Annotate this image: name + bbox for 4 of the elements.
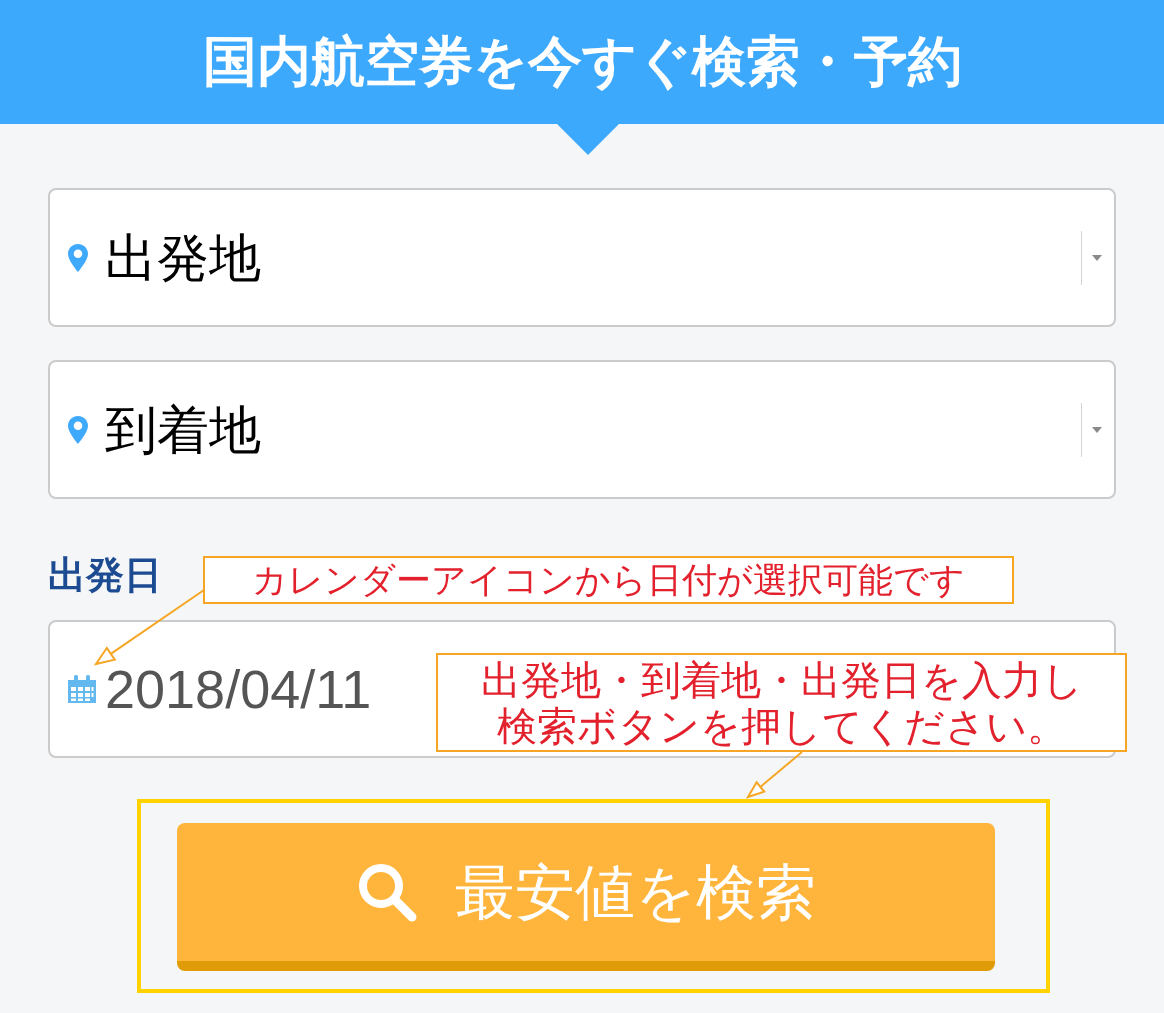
page-title: 国内航空券を今すぐ検索・予約: [202, 35, 962, 89]
callout-tooltip: 出発地・到着地・出発日を入力し 検索ボタンを押してください。: [436, 653, 1127, 752]
date-label: 出発日: [48, 555, 162, 595]
callout-tooltip: カレンダーアイコンから日付が選択可能です: [203, 556, 1014, 604]
